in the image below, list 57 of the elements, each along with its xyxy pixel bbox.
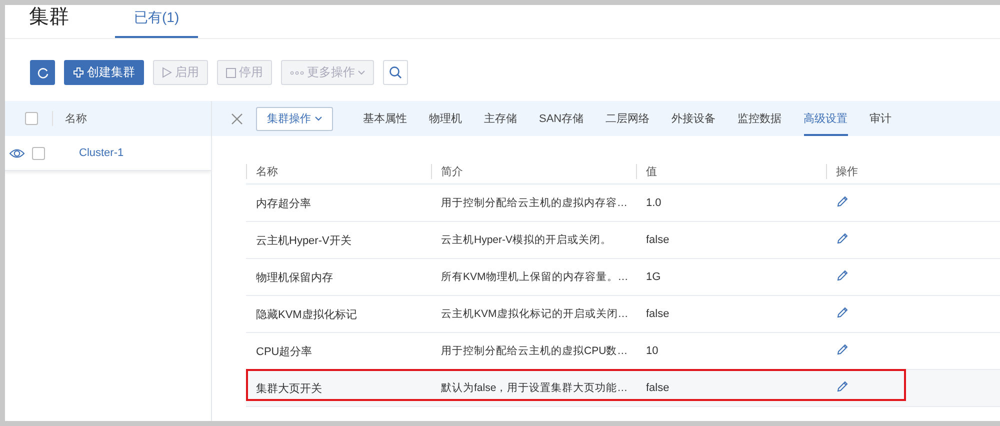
- table-cell-text: false: [645, 234, 670, 246]
- tab[interactable]: 监控数据: [738, 101, 782, 136]
- search-button[interactable]: [383, 60, 408, 85]
- plus-icon: [73, 67, 84, 78]
- table-cell-text: 内存超分率: [255, 196, 312, 210]
- search-icon: [389, 66, 402, 79]
- table-cell-text: 默认为false，用于设置集群大页功能…: [440, 381, 629, 395]
- tab[interactable]: 主存储: [484, 101, 517, 136]
- tab[interactable]: 二层网络: [606, 101, 650, 136]
- tab[interactable]: 审计: [870, 101, 892, 136]
- edit-icon[interactable]: [836, 343, 849, 356]
- stop-icon: [226, 68, 236, 78]
- column-header: 值: [636, 164, 826, 178]
- tab[interactable]: 外接设备: [672, 101, 716, 136]
- dots-icon: [290, 70, 304, 74]
- cluster-link[interactable]: Cluster-1: [79, 147, 124, 159]
- tab[interactable]: 物理机: [429, 101, 462, 136]
- tab[interactable]: 已有(1): [115, 9, 198, 38]
- refresh-button[interactable]: [30, 60, 55, 85]
- tab[interactable]: 基本属性: [363, 101, 407, 136]
- table-cell-text: 云主机Hyper-V开关: [255, 234, 352, 248]
- eye-icon[interactable]: [9, 148, 25, 158]
- create-button[interactable]: 创建集群: [64, 60, 144, 85]
- table-cell-text: false: [645, 382, 670, 394]
- edit-icon[interactable]: [836, 380, 849, 393]
- table-cell-text: 集群大页开关: [255, 382, 323, 396]
- column-header: 名称: [52, 111, 87, 126]
- column-header: 名称: [246, 164, 431, 178]
- table-cell-text: 10: [645, 345, 660, 357]
- select-all-checkbox[interactable]: [25, 112, 38, 125]
- column-header: 简介: [431, 164, 636, 178]
- table-cell-text: CPU超分率: [255, 344, 314, 358]
- table-cell-text: 用于控制分配给云主机的虚拟CPU数…: [440, 344, 629, 358]
- caret-icon: [315, 116, 322, 121]
- table-cell-text: 1.0: [645, 197, 662, 209]
- table-cell-text: 用于控制分配给云主机的虚拟内存容…: [440, 196, 628, 210]
- table-cell-text: false: [645, 308, 670, 320]
- table-cell-text: 云主机KVM虚拟化标记的开启或关闭…: [440, 307, 630, 321]
- edit-icon[interactable]: [836, 269, 849, 282]
- table-cell-text: 所有KVM物理机上保留的内存容量。…: [440, 270, 630, 284]
- caret-icon: [358, 70, 365, 75]
- close-icon[interactable]: [231, 112, 243, 124]
- table-cell-text: 物理机保留内存: [255, 270, 334, 284]
- play-icon: [162, 67, 172, 78]
- edit-icon[interactable]: [836, 306, 849, 319]
- refresh-icon: [36, 66, 48, 78]
- table-cell-text: 1G: [645, 271, 662, 283]
- cluster-actions-dropdown[interactable]: 集群操作: [256, 106, 333, 130]
- page-title: 集群: [29, 5, 69, 30]
- row-checkbox[interactable]: [32, 146, 45, 160]
- edit-icon[interactable]: [836, 195, 849, 208]
- tab[interactable]: 高级设置: [804, 101, 848, 136]
- column-header: 操作: [826, 164, 1000, 178]
- table-cell-text: 云主机Hyper-V模拟的开启或关闭。: [440, 233, 613, 247]
- tab[interactable]: SAN存储: [539, 101, 584, 136]
- edit-icon[interactable]: [836, 232, 849, 245]
- table-cell-text: 隐藏KVM虚拟化标记: [255, 308, 358, 322]
